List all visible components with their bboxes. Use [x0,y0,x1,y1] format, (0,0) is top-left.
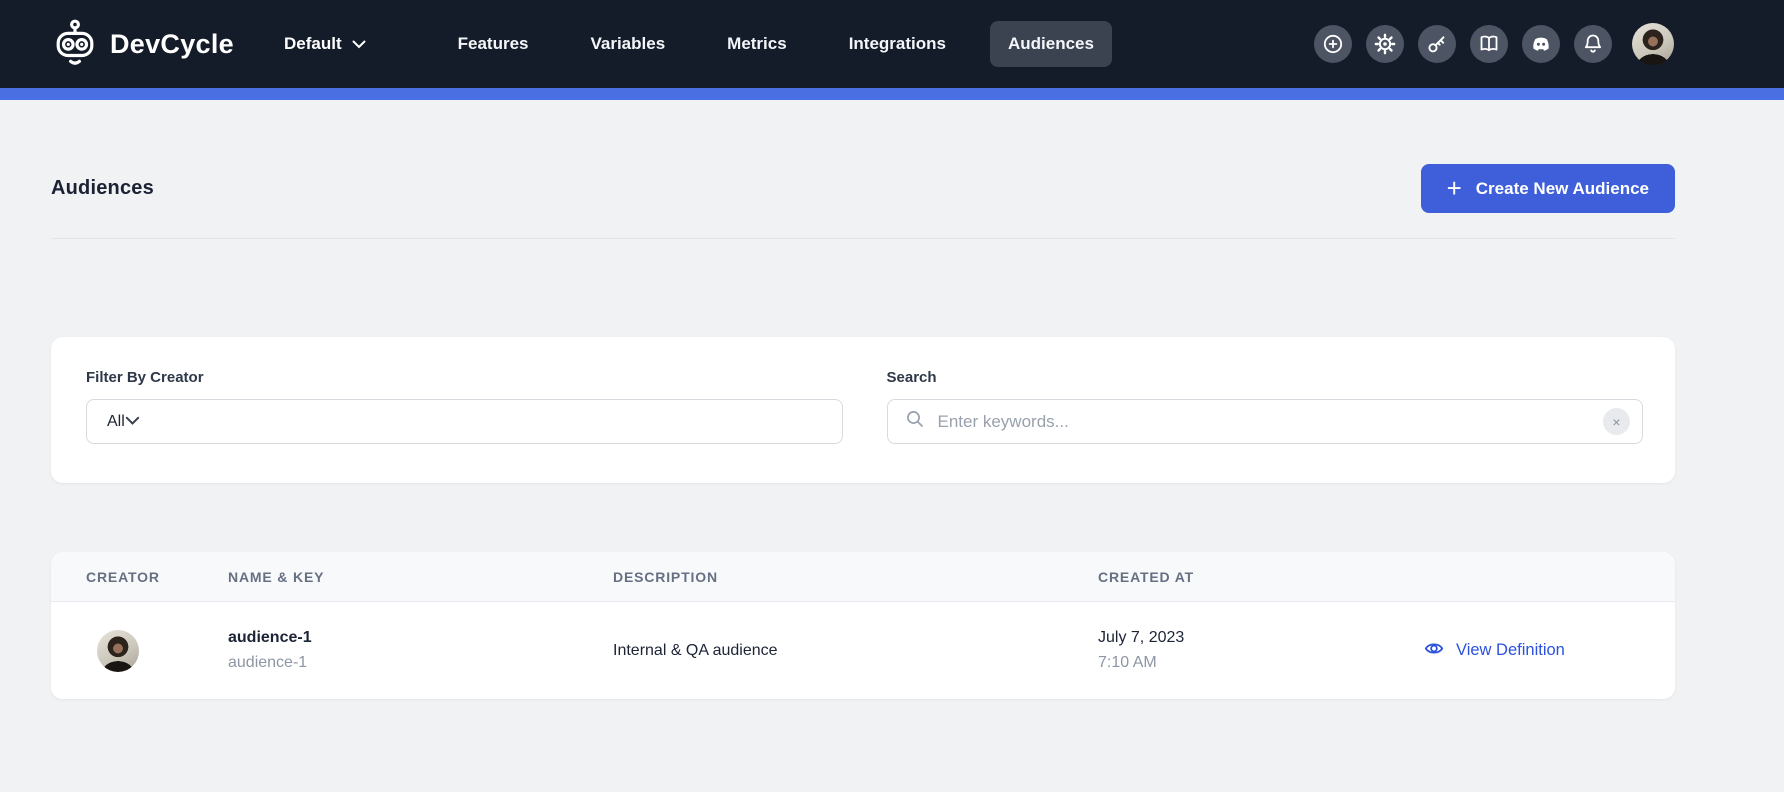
chevron-down-icon [352,34,366,54]
docs-button[interactable] [1470,25,1508,63]
discord-icon [1529,32,1553,56]
brand-name: DevCycle [110,29,234,60]
devcycle-logo[interactable]: DevCycle [52,19,234,69]
search-input[interactable] [938,412,1592,432]
creator-select-value: All [107,413,125,431]
create-new-audience-button[interactable]: + Create New Audience [1421,164,1675,213]
audiences-table: CREATOR NAME & KEY DESCRIPTION CREATED A… [51,552,1675,699]
header-divider [51,238,1675,239]
creator-avatar [97,630,139,672]
notifications-button[interactable] [1574,25,1612,63]
created-time: 7:10 AM [1098,654,1373,672]
created-at-cell: July 7, 2023 7:10 AM [1098,629,1373,672]
discord-button[interactable] [1522,25,1560,63]
nav-item-variables[interactable]: Variables [572,21,683,67]
book-icon [1477,32,1501,56]
name-key-cell: audience-1 audience-1 [228,629,613,672]
search-group: Search × [887,369,1644,483]
plus-icon: + [1447,175,1462,201]
actions-cell: View Definition [1373,639,1675,663]
settings-button[interactable] [1366,25,1404,63]
top-navbar: DevCycle Default Features Variables Metr… [0,0,1784,88]
user-avatar[interactable] [1632,23,1674,65]
audience-key: audience-1 [228,654,613,672]
creator-select[interactable]: All [86,399,843,444]
search-icon [904,408,926,435]
api-keys-button[interactable] [1418,25,1456,63]
chevron-down-icon [125,413,140,431]
search-box: × [887,399,1644,444]
nav-item-features[interactable]: Features [440,21,547,67]
view-definition-label: View Definition [1456,641,1565,660]
clear-search-button[interactable]: × [1603,408,1630,435]
key-icon [1425,32,1449,56]
creator-cell [86,630,228,672]
filter-card: Filter By Creator All Search [51,337,1675,483]
creator-filter-group: Filter By Creator All [86,369,843,483]
nav-item-metrics[interactable]: Metrics [709,21,805,67]
eye-icon [1423,639,1445,663]
column-header-description: DESCRIPTION [613,569,1098,585]
filter-by-creator-label: Filter By Creator [86,369,843,386]
page-title: Audiences [51,177,154,200]
add-button[interactable] [1314,25,1352,63]
project-dropdown[interactable]: Default [284,34,366,54]
column-header-name-key: NAME & KEY [228,569,613,585]
view-definition-link[interactable]: View Definition [1423,639,1565,663]
search-label: Search [887,369,1644,386]
gear-icon [1373,32,1397,56]
created-date: July 7, 2023 [1098,629,1373,647]
column-header-creator: CREATOR [86,569,228,585]
plus-circle-icon [1321,32,1345,56]
bell-icon [1581,32,1605,56]
page-header: Audiences + Create New Audience [51,164,1675,213]
audience-name: audience-1 [228,629,613,647]
create-new-audience-label: Create New Audience [1476,179,1649,199]
project-dropdown-label: Default [284,34,342,54]
accent-bar [0,88,1784,100]
column-header-created-at: CREATED AT [1098,569,1373,585]
table-header-row: CREATOR NAME & KEY DESCRIPTION CREATED A… [51,552,1675,602]
primary-navigation: Features Variables Metrics Integrations … [414,21,1112,67]
devcycle-robot-icon [52,19,98,69]
nav-item-audiences[interactable]: Audiences [990,21,1112,67]
navbar-actions [1314,23,1674,65]
nav-item-integrations[interactable]: Integrations [831,21,964,67]
description-cell: Internal & QA audience [613,642,1098,660]
devcycle-audiences-page: DevCycle Default Features Variables Metr… [0,0,1784,792]
main-content: Audiences + Create New Audience Filter B… [0,164,1784,699]
table-row: audience-1 audience-1 Internal & QA audi… [51,602,1675,699]
